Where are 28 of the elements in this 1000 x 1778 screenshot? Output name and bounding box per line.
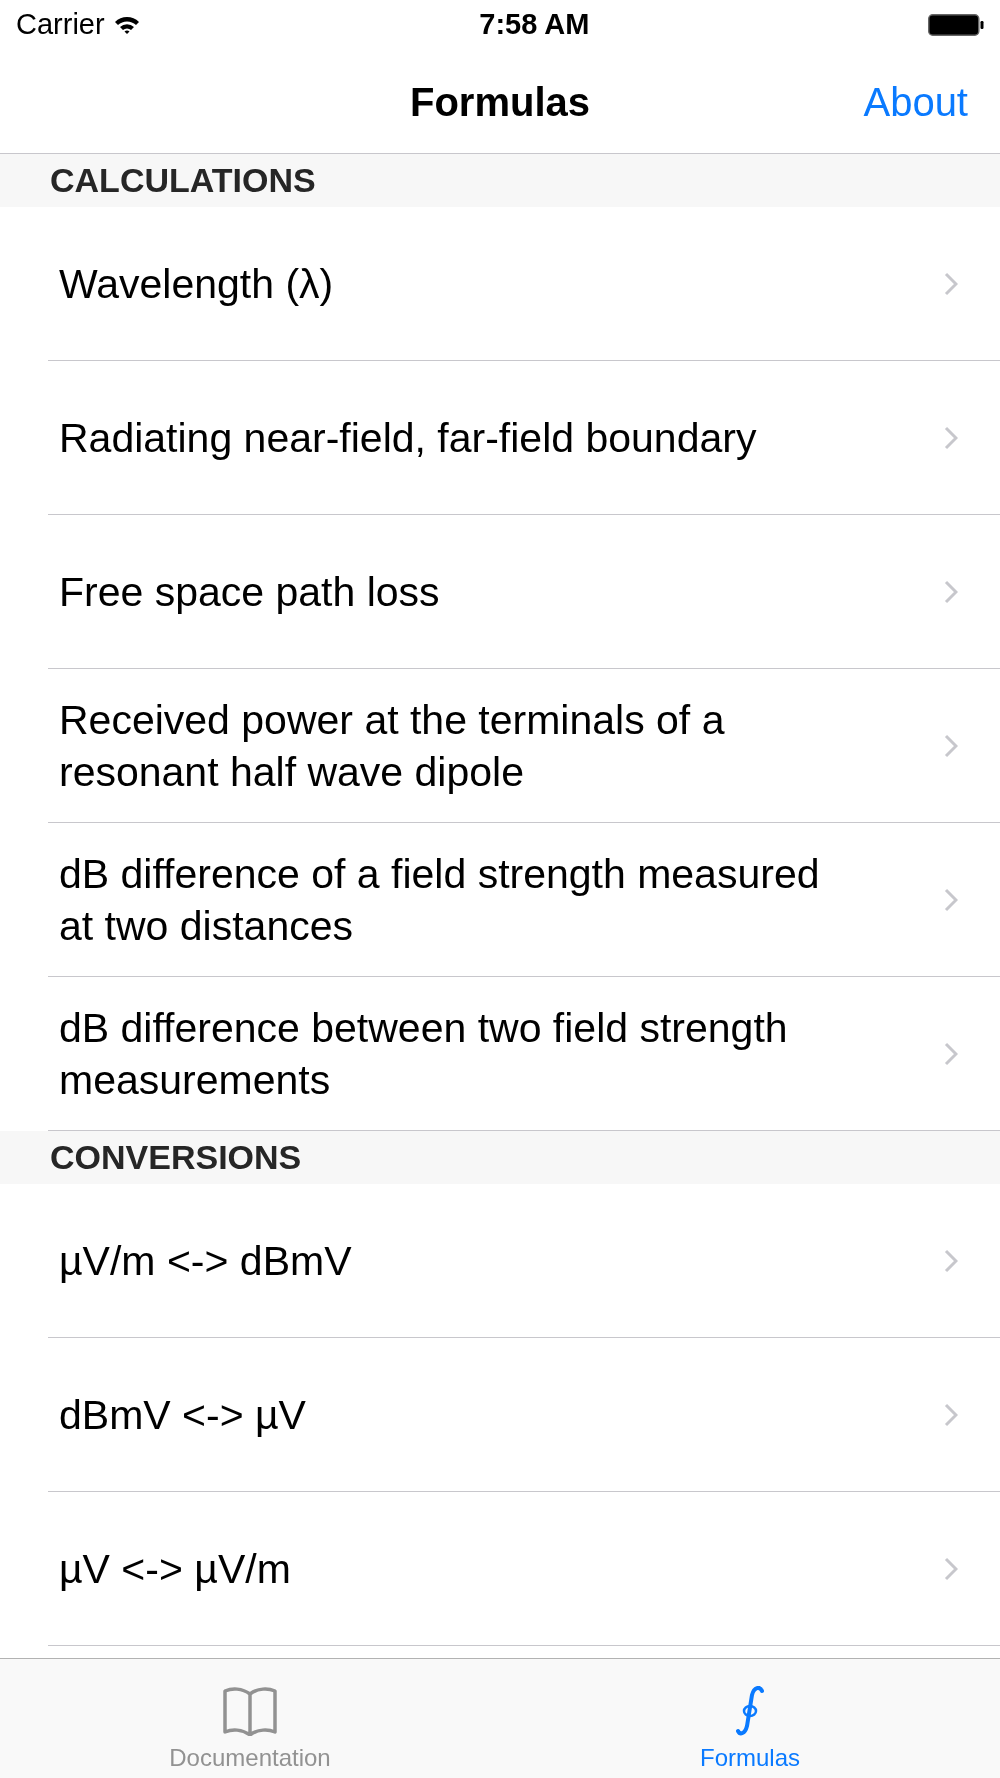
row-label: Received power at the terminals of a resonant half wave dipole <box>58 695 726 797</box>
row-label: dB difference between two field strength measurements <box>58 1003 789 1105</box>
chevron-icon <box>944 579 958 604</box>
chevron-icon <box>944 271 958 296</box>
battery-icon <box>928 14 984 36</box>
section-header: CALCULATIONS <box>0 154 1000 207</box>
row-label: µV <-> µV/m <box>58 1544 292 1594</box>
row-label: Free space path loss <box>58 567 441 617</box>
about-button[interactable]: About <box>800 71 1000 132</box>
chevron-icon <box>944 1402 958 1427</box>
section-header: CONVERSIONS <box>0 1131 1000 1184</box>
row-label: dB difference of a field strength measured at two distances <box>58 849 821 951</box>
row-label: dBmV <-> µV <box>58 1390 307 1440</box>
row-label: Wavelength (λ) <box>58 259 335 309</box>
book-icon <box>222 1686 278 1736</box>
tab-item[interactable]: Formulas <box>500 1659 1000 1778</box>
chevron-icon <box>944 1248 958 1273</box>
chevron-icon <box>944 425 958 450</box>
chevron-icon <box>944 887 958 912</box>
contour-integral-icon <box>735 1686 765 1736</box>
chevron-icon <box>944 1041 958 1066</box>
chevron-icon <box>944 1556 958 1581</box>
status-time: 7:58 AM <box>479 7 590 43</box>
nav-title: Formulas <box>409 78 590 126</box>
row-label: Radiating near-field, far-field boundary <box>58 413 758 463</box>
row-label: µV/m <-> dBmV <box>58 1236 353 1286</box>
carrier-label: Carrier <box>16 7 105 43</box>
chevron-icon <box>944 733 958 758</box>
